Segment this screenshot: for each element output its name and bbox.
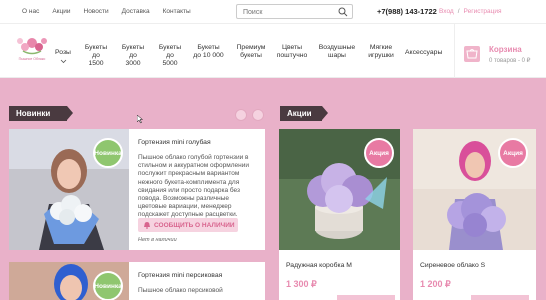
new-badge: Новинка	[93, 271, 123, 300]
menu-single-flowers[interactable]: Цветы поштучно	[276, 44, 308, 60]
menu-premium[interactable]: Премиум букеты	[236, 44, 266, 60]
menu-roses[interactable]: Розы	[55, 49, 71, 64]
login-link[interactable]: Вход	[439, 8, 454, 15]
product-description: Пышное облако голубой гортензии в стильн…	[138, 154, 249, 219]
cart-divider	[454, 24, 455, 78]
product-card-sale-1[interactable]: Акция Радужная коробка М 1 300 ₽	[279, 129, 400, 300]
sale-badge: Акция	[364, 138, 394, 168]
main-header: Пышное Облако Розы Букеты до 1500 Букеты…	[0, 24, 546, 78]
top-bar: О нас Акции Новости Доставка Контакты +7…	[0, 0, 546, 24]
top-nav: О нас Акции Новости Доставка Контакты	[22, 8, 191, 15]
search-input[interactable]	[243, 7, 333, 17]
menu-balloons[interactable]: Воздушные шары	[318, 44, 356, 60]
nav-link-sales[interactable]: Акции	[52, 8, 70, 15]
product-card-sale-2[interactable]: Акция Сиреневое облако S 1 200 ₽	[413, 129, 536, 300]
product-title[interactable]: Радужная коробка М	[286, 262, 352, 269]
menu-bouquets-5000[interactable]: Букеты до 5000	[158, 44, 182, 68]
product-price: 1 300 ₽	[286, 279, 317, 289]
mouse-cursor-icon	[137, 115, 143, 124]
chevron-down-icon	[60, 59, 67, 64]
cart-title[interactable]: Корзина	[489, 45, 522, 54]
site-logo[interactable]: Пышное Облако	[15, 35, 49, 67]
cart-summary: 0 товаров - 0 ₽	[489, 58, 531, 64]
add-to-cart-button[interactable]	[471, 295, 529, 300]
carousel-prev-button[interactable]	[235, 109, 247, 121]
product-title[interactable]: Гортензия mini персиковая	[138, 272, 222, 279]
section-new-header: Новинки	[9, 106, 73, 121]
register-link[interactable]: Регистрация	[464, 8, 502, 15]
product-card-new-2[interactable]: Новинка Гортензия mini персиковая Пышное…	[9, 262, 265, 300]
add-to-cart-button[interactable]	[337, 295, 395, 300]
auth-links: Вход / Регистрация	[439, 8, 502, 15]
stock-status: Нет в наличии	[138, 237, 177, 243]
menu-soft-toys[interactable]: Мягкие игрушки	[366, 44, 396, 60]
search-box	[236, 4, 353, 19]
menu-bouquets-1500[interactable]: Букеты до 1500	[84, 44, 108, 68]
notify-button-label: СООБЩИТЬ О НАЛИЧИИ	[154, 221, 235, 229]
menu-bouquets-10000[interactable]: Букеты до 10 000	[193, 44, 224, 60]
auth-separator: /	[457, 8, 460, 15]
nav-link-delivery[interactable]: Доставка	[122, 8, 150, 15]
product-card-new-1[interactable]: Новинка Гортензия mini голубая Пышное об…	[9, 129, 265, 250]
sale-badge: Акция	[498, 138, 528, 168]
section-sale-header: Акции	[280, 106, 328, 121]
shopping-cart-icon	[466, 49, 478, 59]
menu-bouquets-3000[interactable]: Букеты до 3000	[121, 44, 145, 68]
product-title[interactable]: Гортензия mini голубая	[138, 139, 211, 146]
menu-accessories[interactable]: Аксессуары	[405, 49, 442, 57]
product-description: Пышное облако персиковой	[138, 287, 223, 294]
phone-number[interactable]: +7(988) 143-1722	[377, 7, 437, 16]
cart-icon[interactable]	[464, 46, 480, 62]
nav-link-about[interactable]: О нас	[22, 8, 39, 15]
nav-link-news[interactable]: Новости	[84, 8, 109, 15]
new-badge: Новинка	[93, 138, 123, 168]
carousel-next-button[interactable]	[252, 109, 264, 121]
product-title[interactable]: Сиреневое облако S	[420, 262, 485, 269]
notify-availability-button[interactable]: СООБЩИТЬ О НАЛИЧИИ	[138, 218, 238, 232]
logo-text: Пышное Облако	[18, 57, 46, 61]
menu-roses-label: Розы	[55, 49, 71, 56]
nav-link-contacts[interactable]: Контакты	[163, 8, 191, 15]
bell-icon	[144, 222, 150, 229]
logo-flowers-icon	[17, 38, 47, 55]
product-price: 1 200 ₽	[420, 279, 451, 289]
search-icon[interactable]	[338, 7, 348, 17]
